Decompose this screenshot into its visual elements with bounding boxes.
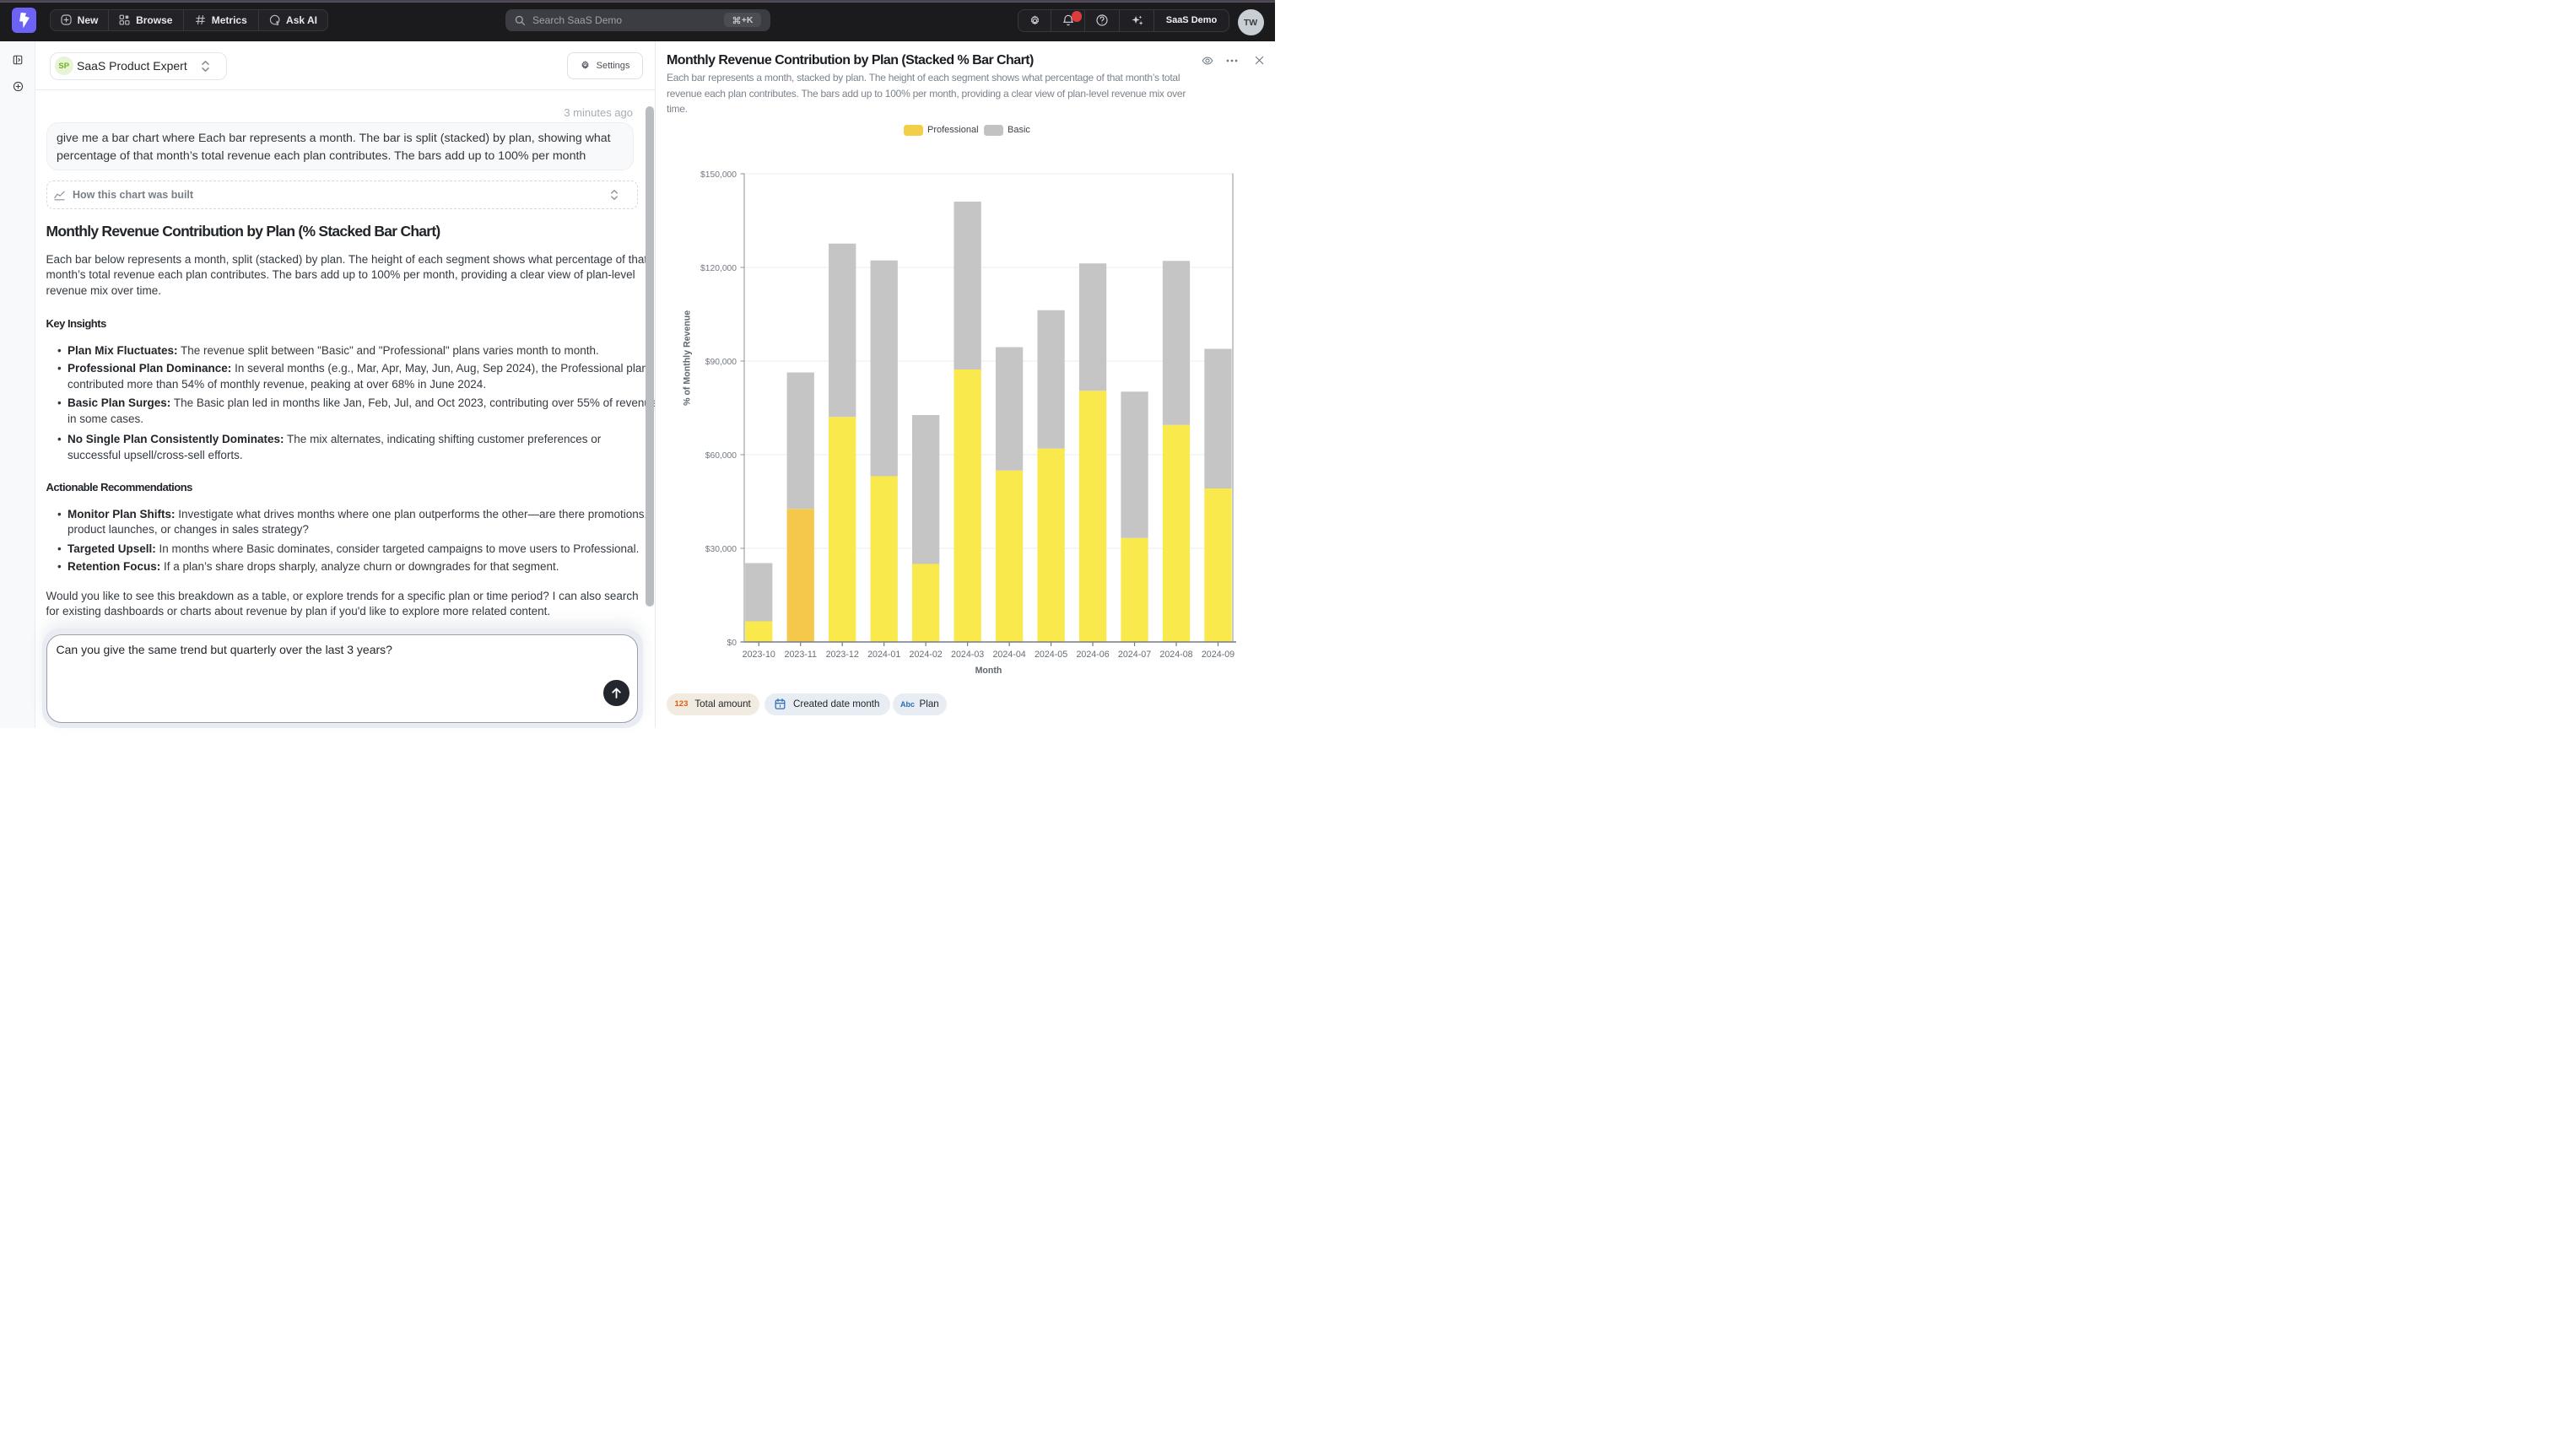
svg-text:$150,000: $150,000 [700, 170, 737, 179]
svg-text:% of Monthly Revenue: % of Monthly Revenue [683, 310, 693, 405]
svg-text:$30,000: $30,000 [705, 544, 737, 553]
svg-text:2023-10: 2023-10 [743, 650, 775, 660]
svg-text:2024-04: 2024-04 [992, 650, 1025, 660]
svg-text:2024-05: 2024-05 [1035, 650, 1067, 660]
svg-text:2024-09: 2024-09 [1202, 650, 1234, 660]
svg-text:$0: $0 [727, 638, 737, 647]
svg-text:$90,000: $90,000 [705, 357, 737, 366]
svg-text:2023-11: 2023-11 [785, 650, 817, 660]
svg-text:2024-02: 2024-02 [910, 650, 943, 660]
svg-text:2023-12: 2023-12 [826, 650, 859, 660]
svg-text:2024-08: 2024-08 [1159, 650, 1192, 660]
svg-text:$60,000: $60,000 [705, 450, 737, 460]
svg-text:$120,000: $120,000 [700, 263, 737, 272]
svg-text:2024-01: 2024-01 [867, 650, 900, 660]
svg-text:Month: Month [975, 665, 1002, 675]
svg-text:2024-06: 2024-06 [1076, 650, 1109, 660]
svg-text:2024-07: 2024-07 [1118, 650, 1151, 660]
svg-text:2024-03: 2024-03 [951, 650, 984, 660]
